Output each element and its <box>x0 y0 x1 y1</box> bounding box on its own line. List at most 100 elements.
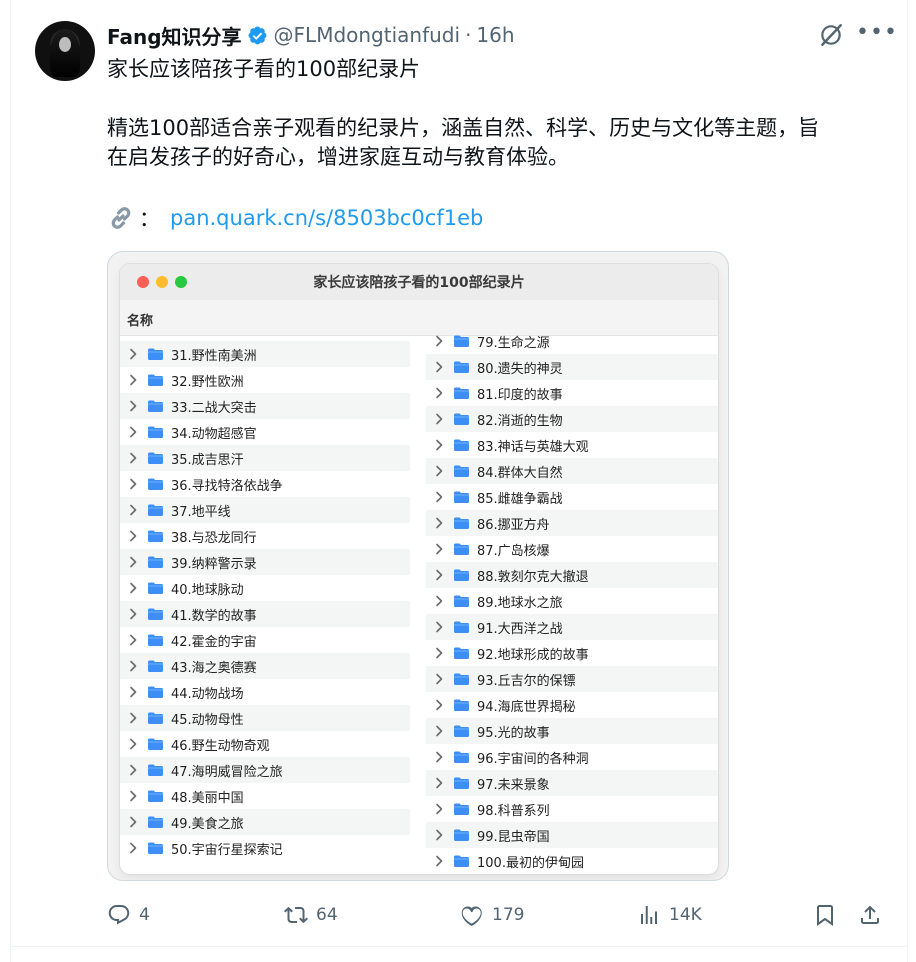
chevron-right-icon[interactable] <box>125 476 141 492</box>
chevron-right-icon[interactable] <box>431 385 447 401</box>
folder-row[interactable]: 84.群体大自然 <box>426 458 718 484</box>
chevron-right-icon[interactable] <box>431 489 447 505</box>
chevron-right-icon[interactable] <box>431 775 447 791</box>
chevron-right-icon[interactable] <box>125 580 141 596</box>
tweet[interactable]: Fang知识分享 @FLMdongtianfudi · 16h ••• 家长应该… <box>0 0 916 962</box>
chevron-right-icon[interactable] <box>125 840 141 856</box>
folder-row[interactable]: 40.地球脉动 <box>120 575 410 601</box>
folder-row[interactable]: 41.数学的故事 <box>120 601 410 627</box>
chevron-right-icon[interactable] <box>431 411 447 427</box>
folder-row[interactable]: 47.海明威冒险之旅 <box>120 757 410 783</box>
chevron-right-icon[interactable] <box>431 463 447 479</box>
chevron-right-icon[interactable] <box>125 814 141 830</box>
chevron-right-icon[interactable] <box>125 788 141 804</box>
timestamp[interactable]: 16h <box>476 23 514 47</box>
author-name[interactable]: Fang知识分享 <box>107 21 242 50</box>
folder-row[interactable]: 33.二战大突击 <box>120 393 410 419</box>
folder-row[interactable]: 81.印度的故事 <box>426 380 718 406</box>
folder-row[interactable]: 97.未来景象 <box>426 770 718 796</box>
share-button[interactable] <box>858 897 882 933</box>
chevron-right-icon[interactable] <box>125 762 141 778</box>
folder-row[interactable]: 82.消逝的生物 <box>426 406 718 432</box>
avatar[interactable] <box>35 21 95 81</box>
verified-badge-icon[interactable] <box>247 25 268 46</box>
folder-row[interactable]: 85.雌雄争霸战 <box>426 484 718 510</box>
folder-row[interactable]: 45.动物母性 <box>120 705 410 731</box>
chevron-right-icon[interactable] <box>125 372 141 388</box>
folder-row[interactable]: 32.野性欧洲 <box>120 367 410 393</box>
author-handle[interactable]: @FLMdongtianfudi <box>274 23 461 47</box>
folder-row[interactable]: 91.大西洋之战 <box>426 614 718 640</box>
chevron-right-icon[interactable] <box>125 502 141 518</box>
folder-row[interactable]: 92.地球形成的故事 <box>426 640 718 666</box>
chevron-right-icon[interactable] <box>431 437 447 453</box>
chevron-right-icon[interactable] <box>431 853 447 869</box>
chevron-right-icon[interactable] <box>125 606 141 622</box>
chevron-right-icon[interactable] <box>431 359 447 375</box>
folder-row[interactable]: 38.与恐龙同行 <box>120 523 410 549</box>
folder-row[interactable]: 80.遗失的神灵 <box>426 354 718 380</box>
chevron-right-icon[interactable] <box>431 333 447 349</box>
chevron-right-icon[interactable] <box>431 645 447 661</box>
chevron-right-icon[interactable] <box>125 424 141 440</box>
folder-row[interactable]: 95.光的故事 <box>426 718 718 744</box>
chevron-right-icon[interactable] <box>125 450 141 466</box>
chevron-right-icon[interactable] <box>431 541 447 557</box>
views-button[interactable]: 14K <box>637 897 702 933</box>
retweet-button[interactable]: 64 <box>284 897 338 933</box>
link-url[interactable]: pan.quark.cn/s/8503bc0cf1eb <box>170 206 483 230</box>
chevron-right-icon[interactable] <box>431 593 447 609</box>
folder-name: 79.生命之源 <box>477 335 550 351</box>
chevron-right-icon[interactable] <box>431 515 447 531</box>
folder-row[interactable]: 50.宇宙行星探索记 <box>120 835 410 861</box>
folder-row[interactable]: 99.昆虫帝国 <box>426 822 718 848</box>
reply-button[interactable]: 4 <box>107 897 150 933</box>
chevron-right-icon[interactable] <box>125 632 141 648</box>
bookmark-button[interactable] <box>813 897 837 933</box>
folder-row[interactable]: 88.敦刻尔克大撤退 <box>426 562 718 588</box>
chevron-right-icon[interactable] <box>431 567 447 583</box>
like-button[interactable]: 179 <box>460 897 524 933</box>
chevron-right-icon[interactable] <box>431 697 447 713</box>
folder-row[interactable]: 83.神话与英雄大观 <box>426 432 718 458</box>
folder-row[interactable]: 86.挪亚方舟 <box>426 510 718 536</box>
more-icon[interactable]: ••• <box>856 20 897 50</box>
chevron-right-icon[interactable] <box>431 619 447 635</box>
chevron-right-icon[interactable] <box>431 723 447 739</box>
folder-row[interactable]: 39.纳粹警示录 <box>120 549 410 575</box>
folder-row[interactable]: 34.动物超感官 <box>120 419 410 445</box>
chevron-right-icon[interactable] <box>431 749 447 765</box>
folder-row[interactable]: 100.最初的伊甸园 <box>426 848 718 874</box>
folder-icon <box>148 660 163 672</box>
chevron-right-icon[interactable] <box>431 801 447 817</box>
folder-row[interactable]: 43.海之奥德赛 <box>120 653 410 679</box>
folder-row[interactable]: 31.野性南美洲 <box>120 341 410 367</box>
grok-icon[interactable] <box>818 22 844 48</box>
chevron-right-icon[interactable] <box>431 827 447 843</box>
chevron-right-icon[interactable] <box>125 736 141 752</box>
chevron-right-icon[interactable] <box>125 346 141 362</box>
folder-row[interactable]: 49.美食之旅 <box>120 809 410 835</box>
folder-row[interactable]: 96.宇宙间的各种洞 <box>426 744 718 770</box>
folder-row[interactable]: 46.野生动物奇观 <box>120 731 410 757</box>
chevron-right-icon[interactable] <box>125 710 141 726</box>
folder-row[interactable]: 48.美丽中国 <box>120 783 410 809</box>
folder-row[interactable]: 42.霍金的宇宙 <box>120 627 410 653</box>
chevron-right-icon[interactable] <box>431 671 447 687</box>
chevron-right-icon[interactable] <box>125 658 141 674</box>
folder-row[interactable]: 98.科普系列 <box>426 796 718 822</box>
folder-row[interactable]: 35.成吉思汗 <box>120 445 410 471</box>
chevron-right-icon[interactable] <box>125 554 141 570</box>
chevron-right-icon[interactable] <box>125 684 141 700</box>
folder-row[interactable]: 93.丘吉尔的保镖 <box>426 666 718 692</box>
folder-row[interactable]: 89.地球水之旅 <box>426 588 718 614</box>
folder-row[interactable]: 44.动物战场 <box>120 679 410 705</box>
chevron-right-icon[interactable] <box>125 398 141 414</box>
folder-row[interactable]: 94.海底世界揭秘 <box>426 692 718 718</box>
folder-row[interactable]: 37.地平线 <box>120 497 410 523</box>
tweet-media-image[interactable]: 家长应该陪孩子看的100部纪录片 名称 31.野性南美洲 32.野性欧洲 33.二战… <box>107 251 729 881</box>
chevron-right-icon[interactable] <box>125 528 141 544</box>
folder-row[interactable]: 79.生命之源 <box>426 328 718 354</box>
folder-row[interactable]: 87.广岛核爆 <box>426 536 718 562</box>
folder-row[interactable]: 36.寻找特洛依战争 <box>120 471 410 497</box>
